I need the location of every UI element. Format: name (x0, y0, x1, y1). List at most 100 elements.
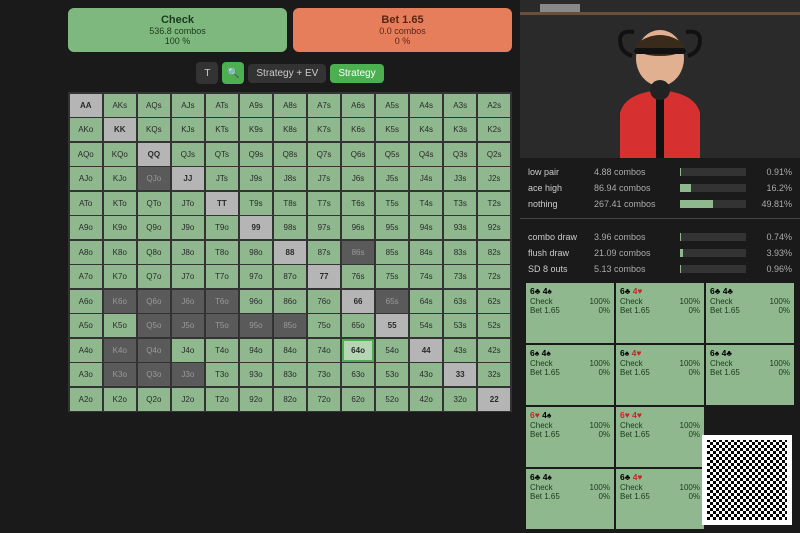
range-cell-86o[interactable]: 86o (274, 290, 307, 313)
range-cell-K7s[interactable]: K7s (308, 118, 341, 141)
hand-combo[interactable]: 6♣ 4♥Check100%Bet 1.650% (616, 283, 704, 343)
range-cell-J4s[interactable]: J4s (410, 167, 443, 190)
range-cell-J2o[interactable]: J2o (172, 388, 205, 411)
range-cell-J3o[interactable]: J3o (172, 363, 205, 386)
range-cell-J9o[interactable]: J9o (172, 216, 205, 239)
range-cell-92o[interactable]: 92o (240, 388, 273, 411)
range-cell-T5o[interactable]: T5o (206, 314, 239, 337)
range-cell-J4o[interactable]: J4o (172, 339, 205, 362)
hand-combo[interactable]: 6♥ 4♥Check100%Bet 1.650% (616, 407, 704, 467)
range-cell-98o[interactable]: 98o (240, 241, 273, 264)
range-cell-K7o[interactable]: K7o (104, 265, 137, 288)
range-cell-A7s[interactable]: A7s (308, 94, 341, 117)
range-cell-98s[interactable]: 98s (274, 216, 307, 239)
range-cell-KJs[interactable]: KJs (172, 118, 205, 141)
range-cell-AKo[interactable]: AKo (70, 118, 103, 141)
range-cell-99[interactable]: 99 (240, 216, 273, 239)
range-cell-83o[interactable]: 83o (274, 363, 307, 386)
range-cell-Q6o[interactable]: Q6o (138, 290, 171, 313)
range-cell-A4o[interactable]: A4o (70, 339, 103, 362)
range-cell-T2s[interactable]: T2s (478, 192, 511, 215)
range-cell-AA[interactable]: AA (70, 94, 103, 117)
range-cell-53s[interactable]: 53s (444, 314, 477, 337)
range-cell-A5s[interactable]: A5s (376, 94, 409, 117)
range-cell-K3o[interactable]: K3o (104, 363, 137, 386)
hand-combo[interactable]: 6♥ 4♠Check100%Bet 1.650% (526, 407, 614, 467)
range-cell-22[interactable]: 22 (478, 388, 511, 411)
range-cell-87o[interactable]: 87o (274, 265, 307, 288)
hand-combo[interactable]: 6♠ 4♥Check100%Bet 1.650% (616, 345, 704, 405)
range-cell-KTs[interactable]: KTs (206, 118, 239, 141)
range-cell-82s[interactable]: 82s (478, 241, 511, 264)
range-cell-43s[interactable]: 43s (444, 339, 477, 362)
range-cell-42o[interactable]: 42o (410, 388, 443, 411)
range-cell-K9s[interactable]: K9s (240, 118, 273, 141)
range-cell-QTo[interactable]: QTo (138, 192, 171, 215)
range-cell-Q7s[interactable]: Q7s (308, 143, 341, 166)
range-cell-54o[interactable]: 54o (376, 339, 409, 362)
range-cell-AQo[interactable]: AQo (70, 143, 103, 166)
range-cell-Q5o[interactable]: Q5o (138, 314, 171, 337)
range-cell-K2s[interactable]: K2s (478, 118, 511, 141)
range-cell-74s[interactable]: 74s (410, 265, 443, 288)
range-cell-ATs[interactable]: ATs (206, 94, 239, 117)
range-cell-32o[interactable]: 32o (444, 388, 477, 411)
range-cell-72s[interactable]: 72s (478, 265, 511, 288)
range-cell-76s[interactable]: 76s (342, 265, 375, 288)
range-cell-K3s[interactable]: K3s (444, 118, 477, 141)
range-cell-55[interactable]: 55 (376, 314, 409, 337)
range-cell-K8o[interactable]: K8o (104, 241, 137, 264)
range-cell-84s[interactable]: 84s (410, 241, 443, 264)
range-cell-A3o[interactable]: A3o (70, 363, 103, 386)
range-cell-Q5s[interactable]: Q5s (376, 143, 409, 166)
range-cell-J5s[interactable]: J5s (376, 167, 409, 190)
range-cell-T5s[interactable]: T5s (376, 192, 409, 215)
action-bet-button[interactable]: Bet 1.65 0.0 combos 0 % (293, 8, 512, 52)
range-cell-Q4o[interactable]: Q4o (138, 339, 171, 362)
range-cell-K6s[interactable]: K6s (342, 118, 375, 141)
range-cell-AQs[interactable]: AQs (138, 94, 171, 117)
range-cell-KQs[interactable]: KQs (138, 118, 171, 141)
range-cell-J5o[interactable]: J5o (172, 314, 205, 337)
range-cell-T4o[interactable]: T4o (206, 339, 239, 362)
range-cell-K5o[interactable]: K5o (104, 314, 137, 337)
range-cell-T8s[interactable]: T8s (274, 192, 307, 215)
hand-combo[interactable]: 6♣ 4♠Check100%Bet 1.650% (526, 469, 614, 529)
range-cell-76o[interactable]: 76o (308, 290, 341, 313)
range-cell-32s[interactable]: 32s (478, 363, 511, 386)
range-cell-95s[interactable]: 95s (376, 216, 409, 239)
range-cell-J7o[interactable]: J7o (172, 265, 205, 288)
range-cell-83s[interactable]: 83s (444, 241, 477, 264)
range-cell-AKs[interactable]: AKs (104, 94, 137, 117)
range-cell-54s[interactable]: 54s (410, 314, 443, 337)
range-cell-63s[interactable]: 63s (444, 290, 477, 313)
text-toggle-button[interactable]: T (196, 62, 218, 84)
range-cell-KJo[interactable]: KJo (104, 167, 137, 190)
range-cell-42s[interactable]: 42s (478, 339, 511, 362)
range-cell-T6o[interactable]: T6o (206, 290, 239, 313)
range-cell-33[interactable]: 33 (444, 363, 477, 386)
range-cell-Q8s[interactable]: Q8s (274, 143, 307, 166)
range-cell-Q2o[interactable]: Q2o (138, 388, 171, 411)
range-cell-A5o[interactable]: A5o (70, 314, 103, 337)
range-cell-K5s[interactable]: K5s (376, 118, 409, 141)
range-cell-J3s[interactable]: J3s (444, 167, 477, 190)
range-cell-J2s[interactable]: J2s (478, 167, 511, 190)
range-cell-66[interactable]: 66 (342, 290, 375, 313)
range-cell-73o[interactable]: 73o (308, 363, 341, 386)
range-cell-Q9s[interactable]: Q9s (240, 143, 273, 166)
range-cell-A6s[interactable]: A6s (342, 94, 375, 117)
range-cell-A4s[interactable]: A4s (410, 94, 443, 117)
range-cell-93o[interactable]: 93o (240, 363, 273, 386)
range-cell-JJ[interactable]: JJ (172, 167, 205, 190)
range-cell-ATo[interactable]: ATo (70, 192, 103, 215)
range-cell-K9o[interactable]: K9o (104, 216, 137, 239)
range-cell-A8s[interactable]: A8s (274, 94, 307, 117)
action-check-button[interactable]: Check 536.8 combos 100 % (68, 8, 287, 52)
range-cell-87s[interactable]: 87s (308, 241, 341, 264)
range-cell-T9o[interactable]: T9o (206, 216, 239, 239)
range-cell-T3o[interactable]: T3o (206, 363, 239, 386)
range-cell-95o[interactable]: 95o (240, 314, 273, 337)
range-cell-K4o[interactable]: K4o (104, 339, 137, 362)
range-cell-97s[interactable]: 97s (308, 216, 341, 239)
